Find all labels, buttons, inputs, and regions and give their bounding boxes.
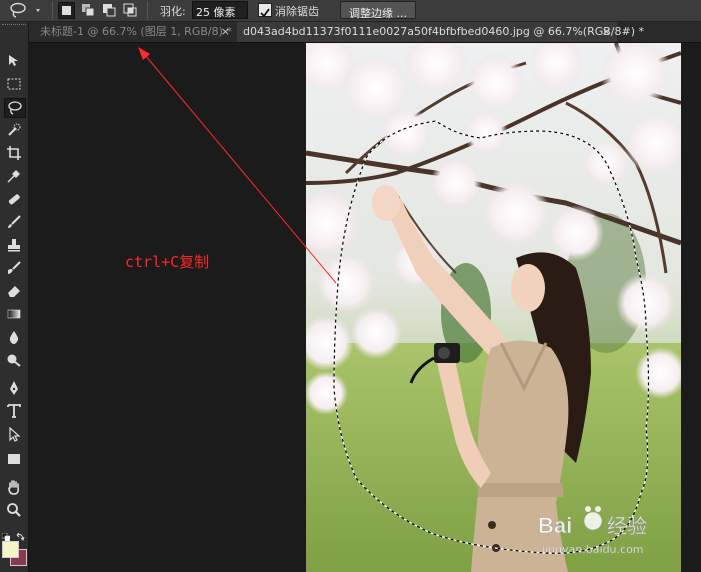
- type-icon: [7, 404, 21, 418]
- tool-crop[interactable]: [4, 144, 24, 162]
- tool-marquee[interactable]: [4, 75, 24, 93]
- annotation-arrow: [138, 47, 337, 284]
- tools-panel: [0, 22, 29, 572]
- move-icon: [9, 55, 18, 66]
- rectangle-icon: [8, 454, 20, 464]
- default-colors-icon[interactable]: [1, 526, 11, 542]
- foreground-color-swatch[interactable]: [2, 541, 19, 558]
- tool-gradient[interactable]: [4, 305, 24, 323]
- pen-icon: [10, 381, 18, 395]
- tool-history-brush[interactable]: [4, 259, 24, 277]
- brush-icon: [8, 215, 21, 228]
- gradient-icon: [7, 309, 21, 319]
- tool-zoom[interactable]: [4, 501, 24, 519]
- blur-icon: [9, 331, 19, 344]
- tool-quick-select[interactable]: [4, 121, 24, 139]
- tool-rectangle[interactable]: [4, 450, 24, 468]
- tool-path-select[interactable]: [4, 425, 24, 443]
- tool-dodge[interactable]: [4, 351, 24, 369]
- path-select-icon: [9, 426, 21, 442]
- zoom-icon: [7, 503, 21, 517]
- history-brush-icon: [8, 261, 21, 274]
- eraser-icon: [8, 286, 20, 297]
- crop-icon: [7, 146, 21, 160]
- stamp-icon: [8, 239, 20, 252]
- tool-move[interactable]: [4, 52, 24, 70]
- healing-icon: [8, 194, 20, 205]
- tool-brush[interactable]: [4, 213, 24, 231]
- tool-type[interactable]: [4, 402, 24, 420]
- quick-select-icon: [8, 123, 21, 136]
- annotation-text: ctrl+C复制: [125, 253, 210, 271]
- eyedropper-icon: [7, 170, 20, 183]
- tool-blur[interactable]: [4, 328, 24, 346]
- tool-eraser[interactable]: [4, 282, 24, 300]
- dodge-icon: [7, 354, 21, 367]
- marquee-icon: [7, 78, 21, 90]
- tool-eyedropper[interactable]: [4, 167, 24, 185]
- hand-icon: [8, 480, 19, 495]
- tool-pen[interactable]: [4, 379, 24, 397]
- tool-hand[interactable]: [4, 478, 24, 496]
- lasso-icon: [8, 101, 22, 115]
- tool-lasso[interactable]: [4, 98, 26, 118]
- swap-colors-icon[interactable]: [16, 526, 25, 541]
- tool-healing[interactable]: [4, 190, 24, 208]
- tool-stamp[interactable]: [4, 236, 24, 254]
